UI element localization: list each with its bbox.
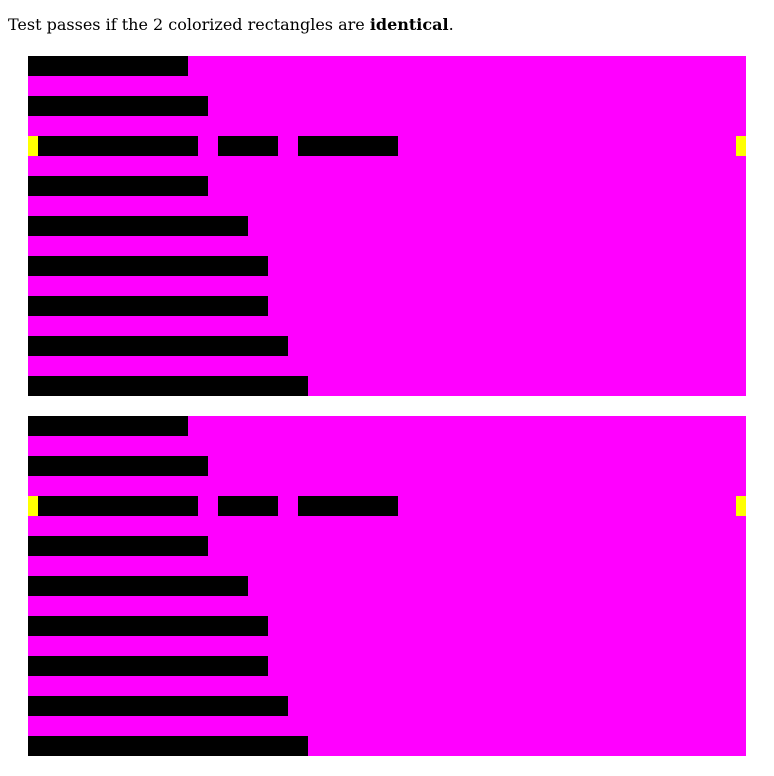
bar-row-3-segment-3 <box>298 136 398 156</box>
instructions-suffix: . <box>448 15 454 34</box>
bar-row-4 <box>28 536 208 556</box>
test-instructions: Test passes if the 2 colorized rectangle… <box>8 15 454 35</box>
bar-row-8 <box>28 336 288 356</box>
bar-row-3-segment-2 <box>218 136 278 156</box>
bar-row-3-segment-3 <box>298 496 398 516</box>
bar-row-9 <box>28 376 308 396</box>
bar-row-3-segment-1 <box>38 136 198 156</box>
bar-row-4 <box>28 176 208 196</box>
bar-row-2 <box>28 456 208 476</box>
bar-row-7 <box>28 656 268 676</box>
bar-row-6 <box>28 616 268 636</box>
bar-row-8 <box>28 696 288 716</box>
bar-row-3-segment-1 <box>38 496 198 516</box>
instructions-prefix: Test passes if the 2 colorized rectangle… <box>8 15 370 34</box>
bar-row-1 <box>28 416 188 436</box>
marker-left <box>28 136 38 156</box>
marker-right <box>736 136 746 156</box>
instructions-emphasis: identical <box>369 15 449 34</box>
bar-row-6 <box>28 256 268 276</box>
test-rectangle-bottom <box>28 416 746 756</box>
bar-row-2 <box>28 96 208 116</box>
bar-row-3-segment-2 <box>218 496 278 516</box>
marker-left <box>28 496 38 516</box>
test-rectangle-top <box>28 56 746 396</box>
bar-row-5 <box>28 216 248 236</box>
bar-row-5 <box>28 576 248 596</box>
bar-row-9 <box>28 736 308 756</box>
bar-row-1 <box>28 56 188 76</box>
marker-right <box>736 496 746 516</box>
bar-row-7 <box>28 296 268 316</box>
